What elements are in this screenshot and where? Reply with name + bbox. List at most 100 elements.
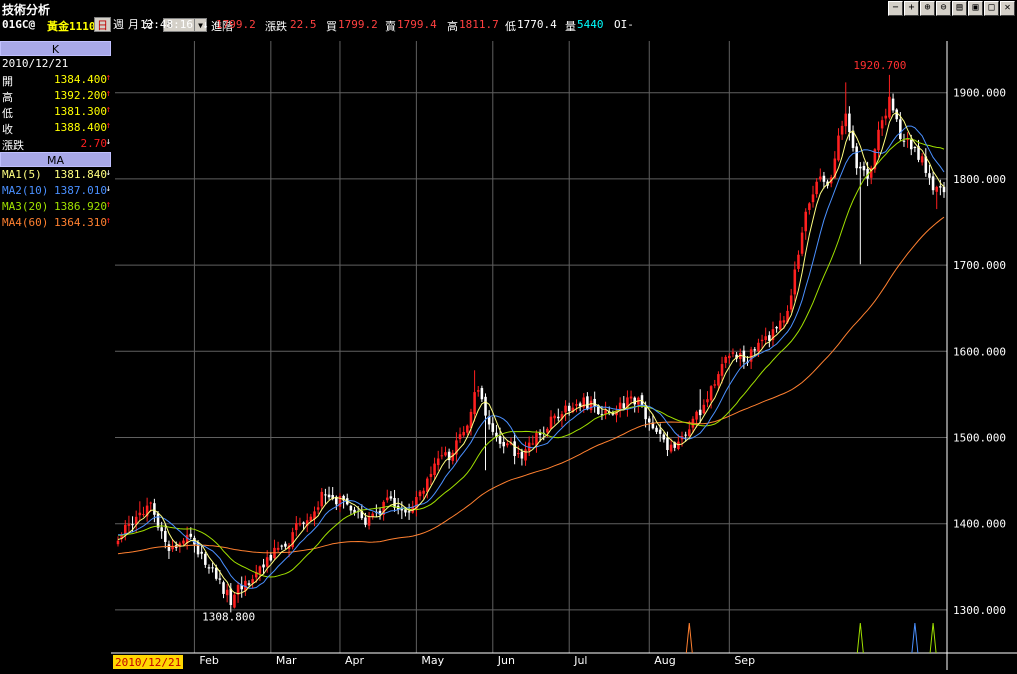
price-chart[interactable]: 1300.000 1400.000 1500.000 1600.000 1700.000… <box>111 41 1017 674</box>
maximize-icon[interactable]: □ <box>984 1 999 16</box>
candle-body <box>200 551 203 554</box>
low-value: 1770.4 <box>517 18 557 31</box>
candle-body <box>618 402 622 411</box>
candle-body <box>586 396 589 410</box>
candle-body <box>484 396 487 416</box>
candle-body <box>840 125 844 135</box>
candle-body <box>156 513 160 528</box>
ma-label: MA1(5) <box>2 168 42 181</box>
candle-body <box>480 388 484 400</box>
candle-body <box>531 443 535 445</box>
candle-body <box>720 364 724 376</box>
k-row: 收 1388.400 ↑ <box>0 120 111 136</box>
k-value: 1388.400 <box>54 121 107 134</box>
candle-body <box>695 411 698 420</box>
candle-body <box>819 176 822 180</box>
low-annotation: 1308.800 <box>202 610 255 623</box>
candle-body <box>367 516 371 526</box>
ma-value: 1381.840 <box>54 168 107 181</box>
candle-body <box>440 455 444 457</box>
y-tick-label: 1900.000 <box>953 87 1006 100</box>
candle-body <box>939 186 942 188</box>
candle-body <box>316 507 320 510</box>
candle-body <box>666 437 669 450</box>
candle-body <box>778 320 782 330</box>
bid-label: 買 <box>326 20 337 33</box>
candle-body <box>218 578 222 580</box>
candle-body <box>822 175 826 182</box>
ma-panel-header: MA <box>0 152 111 167</box>
candle-body <box>276 547 280 550</box>
quote-time: 12:48:16 <box>140 18 193 31</box>
close-icon[interactable]: ✕ <box>1000 1 1015 16</box>
save-icon[interactable]: ▣ <box>968 1 983 16</box>
candle-body <box>207 567 211 569</box>
candle-body <box>262 564 265 568</box>
candle-body <box>476 390 480 392</box>
candle-body <box>127 524 131 526</box>
minus-button[interactable]: − <box>888 1 903 16</box>
candle-body <box>877 129 880 151</box>
candle-body <box>189 533 193 537</box>
candle-body <box>520 451 524 459</box>
candle-body <box>138 512 142 516</box>
candle-body <box>709 386 713 401</box>
period-tab-1[interactable]: 週 <box>111 17 126 32</box>
plus-button[interactable]: + <box>904 1 919 16</box>
candle-body <box>815 181 818 195</box>
candle-body <box>804 211 808 232</box>
symbol-code[interactable]: 01GC@ <box>2 18 35 31</box>
candle-body <box>713 384 717 386</box>
window-title: 技術分析 <box>2 3 51 17</box>
candle-body <box>706 399 709 403</box>
candle-body <box>931 176 935 191</box>
oi-label: OI- <box>614 18 634 31</box>
k-label: 開 <box>2 75 13 88</box>
ma-label: MA2(10) <box>2 184 49 197</box>
price-chart-svg[interactable]: 1300.000 1400.000 1500.000 1600.000 1700.000… <box>111 41 1017 670</box>
quote-bar: 01GC@ 黃金1110(日) 日週月分 5 ▼ 進階 12:48:16 ↓ 1… <box>0 17 1017 33</box>
k-value: 2.70 <box>80 137 108 150</box>
zoom-out-icon[interactable]: ⊖ <box>936 1 951 16</box>
candle-body <box>364 517 367 525</box>
candle-body <box>491 423 495 432</box>
low-label: 低 <box>505 20 516 33</box>
candle-body <box>647 418 651 423</box>
candle-body <box>269 555 273 561</box>
print-icon[interactable]: ▤ <box>952 1 967 16</box>
candle-body <box>557 416 560 419</box>
k-date-value: 2010/12/21 <box>2 57 69 70</box>
period-tab-2[interactable]: 月 <box>126 17 141 32</box>
zoom-in-icon[interactable]: ⊕ <box>920 1 935 16</box>
candle-body <box>124 524 127 535</box>
candle-body <box>753 349 757 351</box>
ma-label: MA3(20) <box>2 200 49 213</box>
period-tab-0[interactable]: 日 <box>94 17 111 32</box>
candle-body <box>920 156 924 163</box>
y-tick-label: 1600.000 <box>953 345 1006 358</box>
candle-body <box>433 463 436 476</box>
candle-body <box>669 444 673 452</box>
k-value: 1392.200 <box>54 89 107 102</box>
candle-body <box>891 98 895 111</box>
k-label: 漲跌 <box>2 139 24 152</box>
candle-body <box>164 530 167 542</box>
candle-body <box>149 502 153 504</box>
candle-body <box>895 109 898 120</box>
candle-body <box>214 567 218 579</box>
candle-body <box>258 566 262 574</box>
candle-body <box>888 96 891 118</box>
candle-body <box>524 449 527 461</box>
candle-body <box>575 404 578 406</box>
start-date-label: 2010/12/21 <box>115 656 181 669</box>
ma-row: MA3(20) 1386.920 ↑ <box>0 199 111 215</box>
candle-body <box>546 428 549 433</box>
candle-body <box>211 567 214 569</box>
candle-body <box>698 409 702 416</box>
candle-body <box>404 509 407 513</box>
candle-body <box>768 335 771 341</box>
candle-body <box>589 400 593 411</box>
candle-body <box>808 203 811 210</box>
candle-body <box>862 166 866 171</box>
candle-body <box>473 392 476 415</box>
